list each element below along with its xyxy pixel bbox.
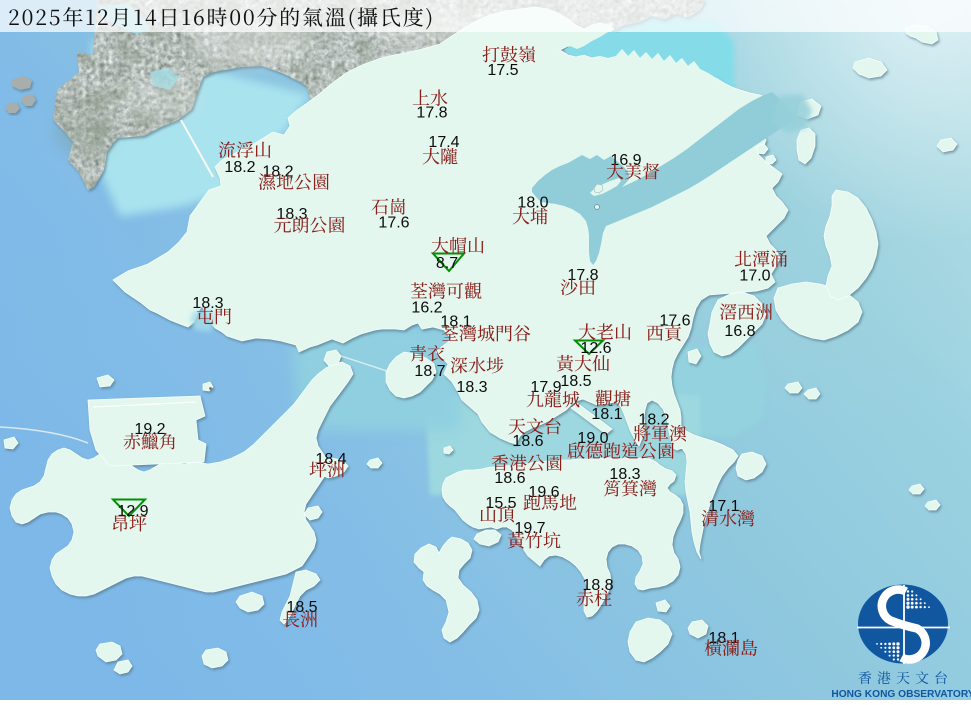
svg-text:18.6: 18.6 xyxy=(494,470,525,487)
svg-text:17.0: 17.0 xyxy=(739,268,770,285)
svg-text:8.7: 8.7 xyxy=(436,255,458,272)
svg-text:18.6: 18.6 xyxy=(512,433,543,450)
svg-text:12.6: 12.6 xyxy=(580,340,611,357)
svg-text:17.6: 17.6 xyxy=(659,313,690,330)
svg-text:16.8: 16.8 xyxy=(724,323,755,340)
svg-text:18.7: 18.7 xyxy=(414,363,445,380)
svg-text:HONG KONG OBSERVATORY: HONG KONG OBSERVATORY xyxy=(831,689,971,700)
svg-text:18.5: 18.5 xyxy=(286,599,317,616)
svg-text:19.2: 19.2 xyxy=(134,421,165,438)
svg-text:18.3: 18.3 xyxy=(456,379,487,396)
svg-text:18.5: 18.5 xyxy=(560,373,591,390)
svg-text:18.1: 18.1 xyxy=(591,406,622,423)
svg-text:17.5: 17.5 xyxy=(487,62,518,79)
svg-text:17.8: 17.8 xyxy=(416,105,447,122)
svg-text:17.4: 17.4 xyxy=(428,134,459,151)
svg-text:18.2: 18.2 xyxy=(224,159,255,176)
svg-text:18.3: 18.3 xyxy=(276,206,307,223)
svg-text:17.6: 17.6 xyxy=(378,215,409,232)
svg-text:16.2: 16.2 xyxy=(411,300,442,317)
